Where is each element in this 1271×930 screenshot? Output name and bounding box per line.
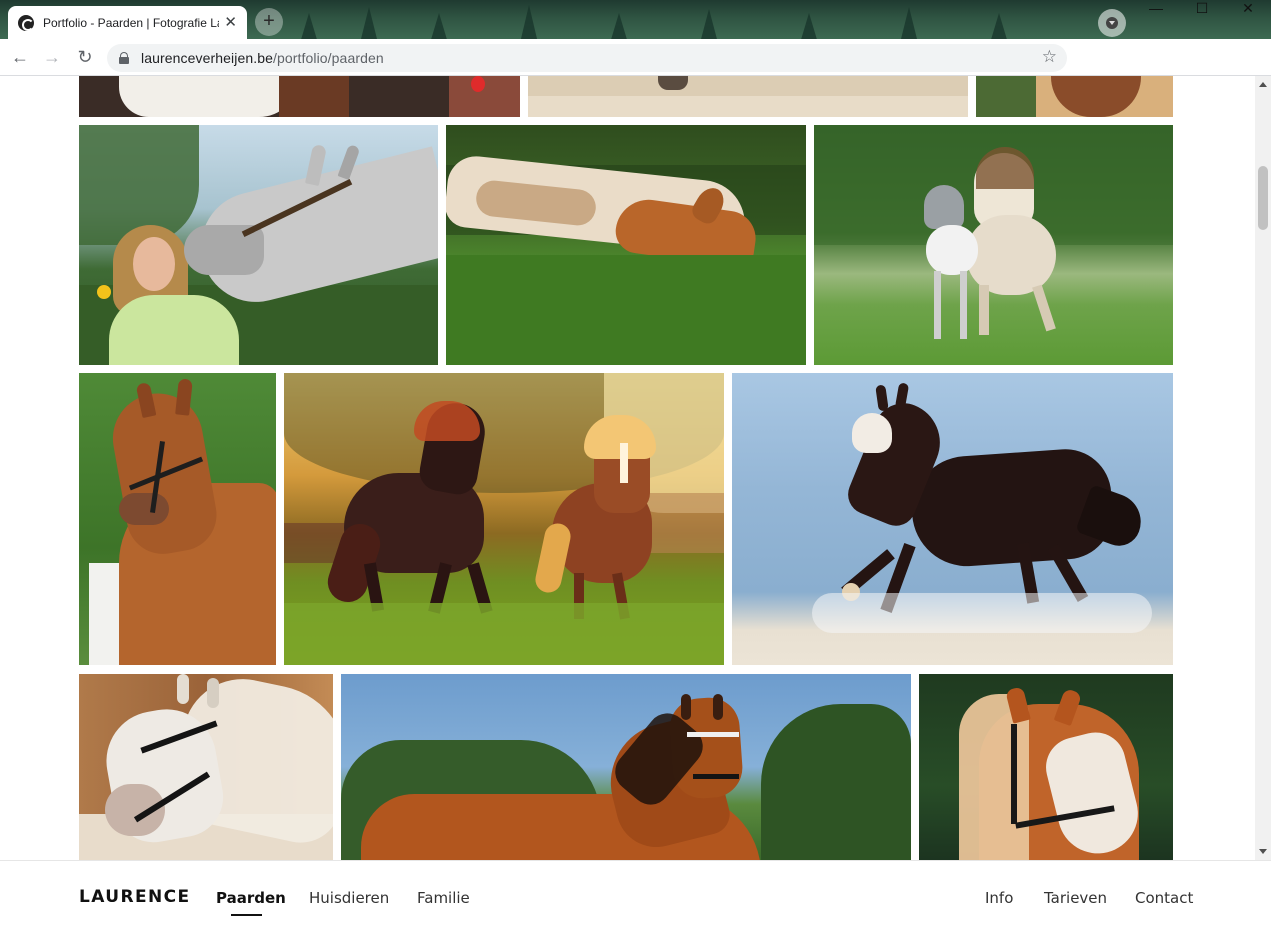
background-tree-shape — [520, 5, 538, 39]
background-tree-shape — [800, 13, 818, 39]
star-icon[interactable]: ☆ — [1042, 47, 1057, 67]
forward-arrow-icon[interactable]: → — [41, 47, 63, 69]
active-nav-underline — [231, 914, 262, 916]
background-tree-shape — [430, 13, 448, 39]
url-host: laurenceverheijen.be — [141, 50, 273, 66]
photo-two-ponies-sunset[interactable] — [284, 373, 724, 665]
photo-top-left-partial[interactable] — [79, 76, 520, 117]
lock-icon — [119, 52, 129, 64]
new-tab-button[interactable]: + — [255, 8, 283, 36]
scroll-down-arrow-icon[interactable] — [1259, 849, 1267, 854]
photo-top-right-partial[interactable] — [976, 76, 1173, 117]
maximize-icon[interactable]: ☐ — [1179, 0, 1225, 20]
close-tab-icon[interactable]: ✕ — [224, 15, 237, 30]
nav-link-tarieven[interactable]: Tarieven — [1044, 889, 1107, 907]
site-footer-nav: LAURENCE Paarden Huisdieren Familie Info… — [0, 860, 1271, 930]
photo-chestnut-horse-portrait[interactable] — [79, 373, 276, 665]
tab-title: Portfolio - Paarden | Fotografie Laurenc… — [43, 15, 219, 30]
browser-toolbar: ← → ↻ laurenceverheijen.be/portfolio/paa… — [0, 39, 1271, 76]
background-tree-shape — [610, 13, 628, 39]
background-tree-shape — [300, 13, 318, 39]
browser-tab[interactable]: Portfolio - Paarden | Fotografie Laurenc… — [8, 6, 247, 39]
nav-link-huisdieren[interactable]: Huisdieren — [309, 889, 389, 907]
photo-foal-lying-in-grass[interactable] — [446, 125, 806, 365]
back-arrow-icon[interactable]: ← — [9, 47, 31, 69]
globe-favicon-icon — [18, 14, 34, 31]
minimize-icon[interactable]: — — [1133, 0, 1179, 20]
browser-titlebar: Portfolio - Paarden | Fotografie Laurenc… — [0, 0, 1271, 39]
profile-icon[interactable] — [1098, 9, 1126, 37]
url-path: /portfolio/paarden — [272, 50, 384, 66]
gallery-viewport — [0, 76, 1255, 860]
address-bar[interactable]: laurenceverheijen.be/portfolio/paarden ☆ — [107, 44, 1067, 72]
nav-link-paarden[interactable]: Paarden — [216, 889, 286, 907]
photo-palomino-pony-portrait[interactable] — [919, 674, 1173, 860]
nav-link-familie[interactable]: Familie — [417, 889, 470, 907]
photo-white-horse-flowing-mane[interactable] — [79, 674, 333, 860]
scrollbar-thumb[interactable] — [1258, 166, 1268, 230]
background-tree-shape — [360, 7, 378, 39]
page-scrollbar[interactable] — [1255, 76, 1271, 860]
photo-top-middle-partial[interactable] — [528, 76, 968, 117]
close-window-icon[interactable]: ✕ — [1225, 0, 1271, 20]
scroll-up-arrow-icon[interactable] — [1259, 82, 1267, 87]
site-brand-logo[interactable]: LAURENCE — [79, 887, 191, 907]
background-tree-shape — [990, 13, 1008, 39]
nav-link-info[interactable]: Info — [985, 889, 1013, 907]
background-tree-shape — [700, 9, 718, 39]
background-tree-shape — [900, 7, 918, 39]
photo-bay-horse-forest-sky[interactable] — [341, 674, 911, 860]
photo-woman-kissing-grey-horse[interactable] — [79, 125, 438, 365]
url-text: laurenceverheijen.be/portfolio/paarden — [141, 50, 384, 66]
photo-mare-and-foal-running[interactable] — [814, 125, 1173, 365]
reload-icon[interactable]: ↻ — [74, 47, 96, 69]
nav-link-contact[interactable]: Contact — [1135, 889, 1193, 907]
photo-black-horse-galloping-water[interactable] — [732, 373, 1173, 665]
